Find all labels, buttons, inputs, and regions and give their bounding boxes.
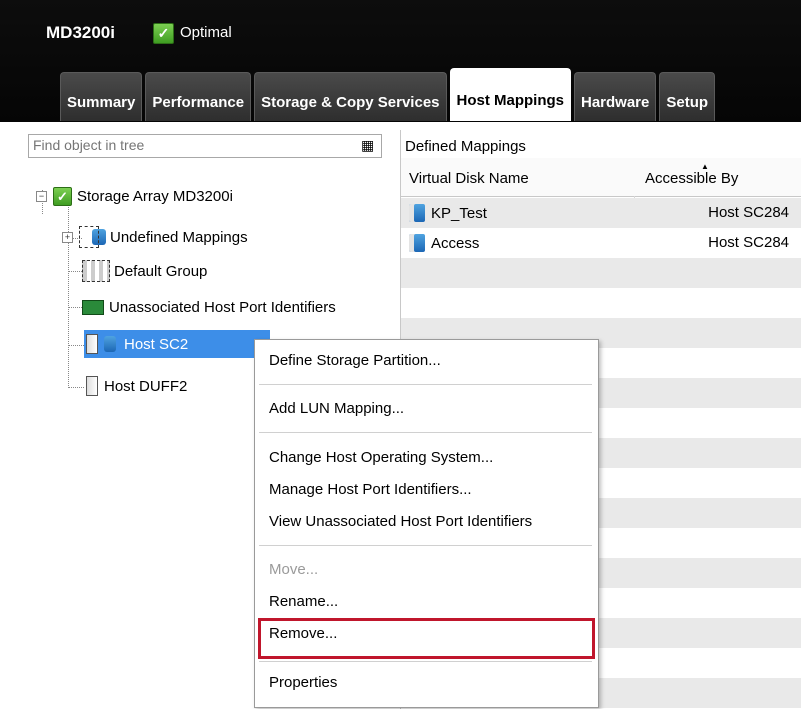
virtual-disk-icon	[409, 204, 425, 222]
menu-properties[interactable]: Properties	[269, 674, 337, 691]
tree-item-host-duff2[interactable]: Host DUFF2	[84, 374, 187, 398]
menu-separator	[259, 384, 592, 385]
array-status: Optimal	[180, 24, 232, 41]
menu-separator	[259, 432, 592, 433]
status-check-icon: ✓	[53, 186, 72, 206]
menu-manage-host-port-identifiers[interactable]: Manage Host Port Identifiers...	[269, 481, 472, 498]
find-box: ▦	[28, 134, 382, 158]
menu-separator	[259, 545, 592, 546]
menu-add-lun-mapping[interactable]: Add LUN Mapping...	[269, 400, 404, 417]
tree-label: Undefined Mappings	[110, 228, 248, 246]
tree-item-default-group[interactable]: Default Group	[82, 259, 207, 283]
table-row[interactable]: Access Host SC284	[401, 228, 801, 259]
pane-title: Defined Mappings	[405, 138, 526, 155]
app-header: MD3200i ✓ Optimal Summary Performance St…	[0, 0, 801, 122]
find-object-input[interactable]	[29, 135, 337, 155]
tab-summary[interactable]: Summary	[60, 72, 143, 121]
host-server-icon	[86, 334, 98, 354]
menu-remove[interactable]: Remove...	[269, 625, 337, 642]
table-header: Virtual Disk Name ▲ Accessible By	[401, 158, 801, 197]
tab-host-mappings[interactable]: Host Mappings	[449, 68, 571, 121]
host-group-icon	[82, 260, 110, 282]
tree-label: Host DUFF2	[104, 377, 188, 395]
tree-label: Storage Array MD3200i	[77, 187, 233, 205]
menu-define-storage-partition[interactable]: Define Storage Partition...	[269, 352, 441, 369]
context-menu: Define Storage Partition... Add LUN Mapp…	[254, 339, 599, 708]
tree-item-storage-array[interactable]: − ✓ Storage Array MD3200i	[36, 184, 233, 208]
collapse-icon[interactable]: −	[36, 190, 47, 202]
table-row[interactable]: KP_Test Host SC284	[401, 198, 801, 229]
tree-label: Host SC2	[124, 335, 189, 353]
undefined-mapping-icon	[79, 226, 99, 248]
menu-view-unassociated-ports[interactable]: View Unassociated Host Port Identifiers	[269, 513, 532, 530]
column-accessible-by[interactable]: Accessible By	[645, 170, 738, 187]
host-server-icon	[86, 376, 98, 396]
tab-performance[interactable]: Performance	[145, 72, 252, 121]
tree-label: Unassociated Host Port Identifiers	[109, 298, 336, 316]
tree-item-unassociated-ports[interactable]: Unassociated Host Port Identifiers	[82, 295, 336, 319]
virtual-disk-icon	[409, 234, 425, 252]
tab-storage-copy-services[interactable]: Storage & Copy Services	[254, 72, 447, 121]
expand-icon[interactable]: +	[62, 231, 73, 243]
menu-change-host-os[interactable]: Change Host Operating System...	[269, 449, 493, 466]
menu-move: Move...	[269, 561, 319, 578]
port-card-icon	[82, 299, 104, 315]
table-row-empty	[401, 288, 801, 319]
tree-label: Default Group	[114, 262, 208, 280]
accessible-by: Host SC284	[708, 234, 789, 251]
virtual-disk-name: Access	[431, 234, 480, 252]
array-name: MD3200i	[46, 23, 115, 42]
tab-bar: Summary Performance Storage & Copy Servi…	[60, 68, 716, 122]
tree-item-undefined-mappings[interactable]: + Undefined Mappings	[62, 222, 248, 252]
menu-separator	[259, 661, 592, 662]
virtual-disk-name: KP_Test	[431, 204, 487, 222]
tree-item-host-sc2[interactable]: Host SC2	[84, 330, 270, 358]
accessible-by: Host SC284	[708, 204, 789, 221]
host-icon	[104, 336, 116, 352]
tab-hardware[interactable]: Hardware	[574, 72, 657, 121]
table-row-empty	[401, 258, 801, 289]
tab-setup[interactable]: Setup	[659, 72, 716, 121]
find-icon[interactable]: ▦	[361, 138, 375, 152]
menu-rename[interactable]: Rename...	[269, 593, 338, 610]
status-check-icon: ✓	[153, 23, 174, 44]
column-virtual-disk-name[interactable]: Virtual Disk Name	[409, 170, 529, 187]
